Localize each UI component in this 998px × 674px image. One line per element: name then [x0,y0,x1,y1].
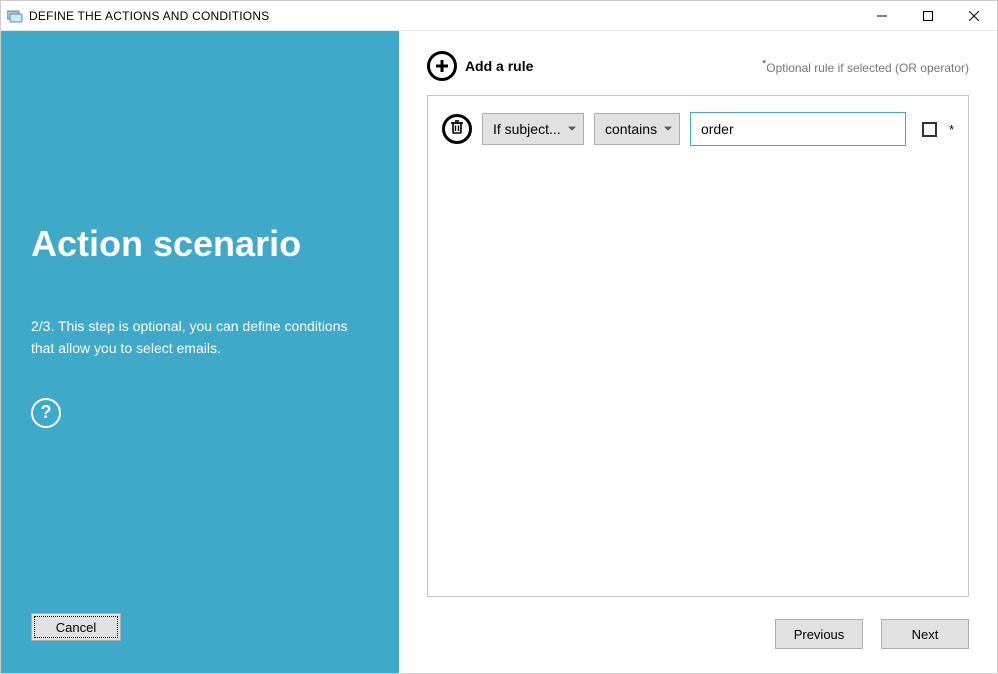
rule-row: If subject... contains * [442,112,954,146]
window-controls [859,1,997,30]
sidebar: Action scenario 2/3. This step is option… [1,31,399,673]
minimize-button[interactable] [859,1,905,30]
top-row: Add a rule *Optional rule if selected (O… [427,51,969,81]
optional-note: *Optional rule if selected (OR operator) [762,58,969,75]
footer-nav: Previous Next [427,619,969,649]
close-button[interactable] [951,1,997,30]
window-title: DEFINE THE ACTIONS AND CONDITIONS [29,9,269,23]
previous-button[interactable]: Previous [775,619,863,649]
sidebar-heading: Action scenario [31,223,369,265]
maximize-button[interactable] [905,1,951,30]
help-icon[interactable]: ? [31,398,61,428]
trash-icon [450,119,464,140]
rule-value-input[interactable] [690,112,906,146]
rule-field-dropdown[interactable]: If subject... [482,113,584,145]
app-icon [7,8,23,24]
content: Action scenario 2/3. This step is option… [1,31,997,673]
delete-rule-button[interactable] [442,114,472,144]
titlebar: DEFINE THE ACTIONS AND CONDITIONS [1,1,997,31]
main-panel: Add a rule *Optional rule if selected (O… [399,31,997,673]
add-rule-button[interactable]: Add a rule [427,51,533,81]
cancel-button[interactable]: Cancel [31,613,121,641]
next-button[interactable]: Next [881,619,969,649]
rules-container: If subject... contains * [427,95,969,597]
sidebar-description: 2/3. This step is optional, you can defi… [31,315,369,360]
rule-optional-star: * [949,122,954,137]
add-rule-label: Add a rule [465,58,533,74]
rule-operator-dropdown[interactable]: contains [594,113,680,145]
rule-optional-checkbox[interactable] [922,122,937,137]
plus-icon [427,51,457,81]
